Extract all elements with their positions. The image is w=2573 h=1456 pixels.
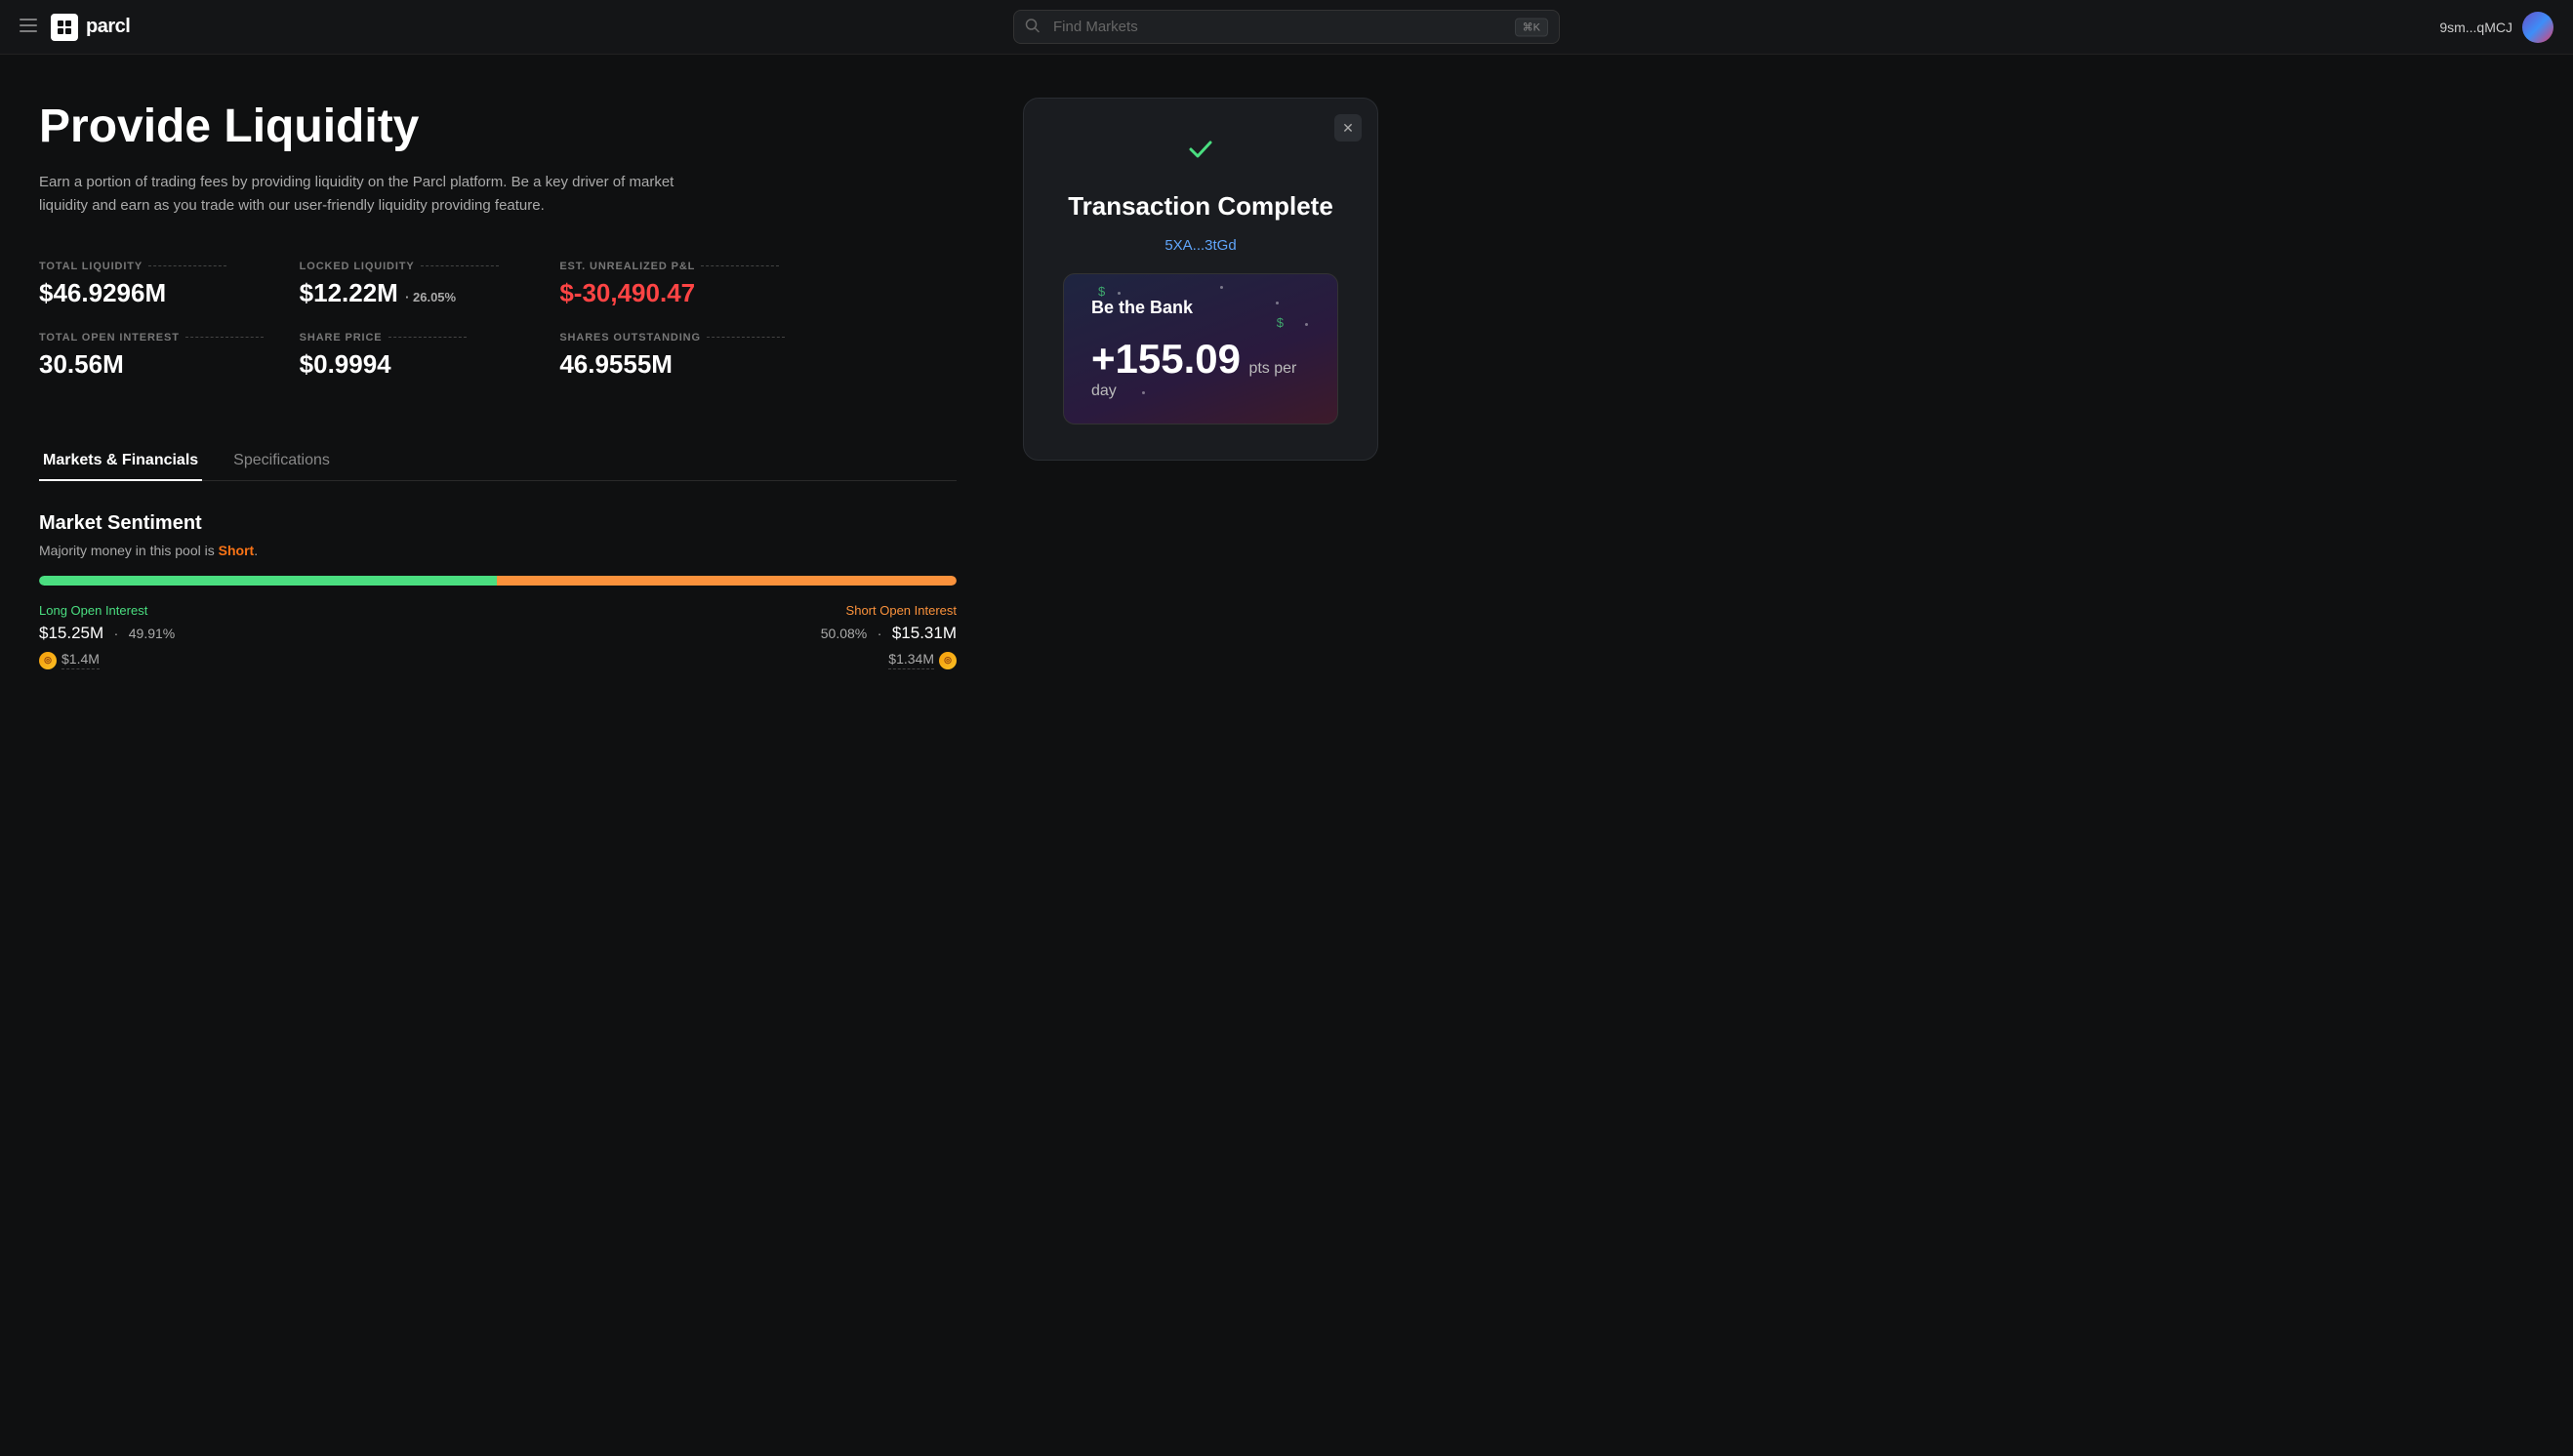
stat-open-interest: TOTAL OPEN INTEREST 30.56M (39, 332, 300, 403)
stats-grid: TOTAL LIQUIDITY $46.9296M LOCKED LIQUIDI… (39, 261, 820, 403)
bank-card: $ $ Be the Bank +155.09 pts per day (1063, 273, 1338, 425)
close-button[interactable]: ✕ (1334, 114, 1362, 142)
tab-markets-financials[interactable]: Markets & Financials (39, 442, 202, 481)
stat-value-open-interest: 30.56M (39, 349, 268, 380)
page-description: Earn a portion of trading fees by provid… (39, 171, 703, 218)
transaction-title: Transaction Complete (1068, 191, 1333, 222)
logo-text: parcl (86, 16, 130, 38)
stat-value-locked-liquidity: $12.22M · 26.05% (300, 278, 529, 308)
stat-shares-outstanding: SHARES OUTSTANDING 46.9555M (559, 332, 820, 403)
avatar[interactable] (2522, 12, 2553, 43)
header-right: 9sm...qMCJ (2358, 12, 2553, 43)
interest-labels: Long Open Interest Short Open Interest (39, 603, 957, 618)
stat-locked-liquidity: LOCKED LIQUIDITY $12.22M · 26.05% (300, 261, 560, 332)
logo[interactable]: parcl (51, 14, 130, 41)
short-sub-value: ◎ $1.34M (888, 651, 957, 669)
search-input[interactable] (1013, 10, 1560, 44)
bar-long (39, 576, 497, 586)
market-sentiment-section: Market Sentiment Majority money in this … (39, 512, 957, 669)
check-icon (1185, 134, 1216, 172)
tab-specifications[interactable]: Specifications (229, 442, 334, 481)
stat-value-share-price: $0.9994 (300, 349, 529, 380)
menu-icon[interactable] (20, 17, 37, 37)
page-title: Provide Liquidity (39, 101, 957, 153)
stat-label-total-liquidity: TOTAL LIQUIDITY (39, 261, 268, 272)
coin-icon-long: ◎ (39, 652, 57, 669)
long-sub-value: ◎ $1.4M (39, 651, 100, 669)
right-panel: ✕ Transaction Complete 5XA...3tGd $ $ (996, 55, 1406, 1456)
long-interest-value: $15.25M · 49.91% (39, 624, 175, 643)
wallet-address[interactable]: 9sm...qMCJ (2439, 20, 2512, 35)
coin-icon-short: ◎ (939, 652, 957, 669)
stat-label-unrealized-pl: EST. UNREALIZED P&L (559, 261, 789, 272)
main: Provide Liquidity Earn a portion of trad… (0, 55, 2573, 1456)
logo-icon (51, 14, 78, 41)
stat-label-share-price: SHARE PRICE (300, 332, 529, 344)
stat-share-price: SHARE PRICE $0.9994 (300, 332, 560, 403)
header: parcl ⌘K 9sm...qMCJ (0, 0, 2573, 55)
sentiment-description: Majority money in this pool is Short. (39, 543, 957, 558)
header-left: parcl (20, 14, 215, 41)
transaction-card: ✕ Transaction Complete 5XA...3tGd $ $ (1023, 98, 1378, 461)
bank-card-pts: +155.09 pts per day (1091, 336, 1310, 400)
stat-label-open-interest: TOTAL OPEN INTEREST (39, 332, 268, 344)
interest-bar (39, 576, 957, 586)
stat-label-locked-liquidity: LOCKED LIQUIDITY (300, 261, 529, 272)
stat-unrealized-pl: EST. UNREALIZED P&L $-30,490.47 (559, 261, 820, 332)
search-icon (1025, 18, 1040, 36)
search-shortcut: ⌘K (1515, 18, 1548, 36)
stat-label-shares-outstanding: SHARES OUTSTANDING (559, 332, 789, 344)
bar-short (497, 576, 957, 586)
sentiment-word: Short (219, 543, 255, 558)
stat-value-total-liquidity: $46.9296M (39, 278, 268, 308)
stat-value-shares-outstanding: 46.9555M (559, 349, 789, 380)
market-sentiment-title: Market Sentiment (39, 512, 957, 535)
transaction-hash[interactable]: 5XA...3tGd (1164, 237, 1236, 254)
short-interest-label[interactable]: Short Open Interest (846, 603, 957, 618)
stat-value-unrealized-pl: $-30,490.47 (559, 278, 789, 308)
long-interest-label[interactable]: Long Open Interest (39, 603, 147, 618)
bank-card-label: Be the Bank (1091, 298, 1310, 318)
interest-sub-row: ◎ $1.4M ◎ $1.34M (39, 651, 957, 669)
short-interest-value: 50.08% · $15.31M (821, 624, 957, 643)
search-bar: ⌘K (1013, 10, 1560, 44)
content: Provide Liquidity Earn a portion of trad… (0, 55, 996, 1456)
interest-values: $15.25M · 49.91% 50.08% · $15.31M (39, 624, 957, 643)
stat-total-liquidity: TOTAL LIQUIDITY $46.9296M (39, 261, 300, 332)
tabs: Markets & Financials Specifications (39, 442, 957, 481)
